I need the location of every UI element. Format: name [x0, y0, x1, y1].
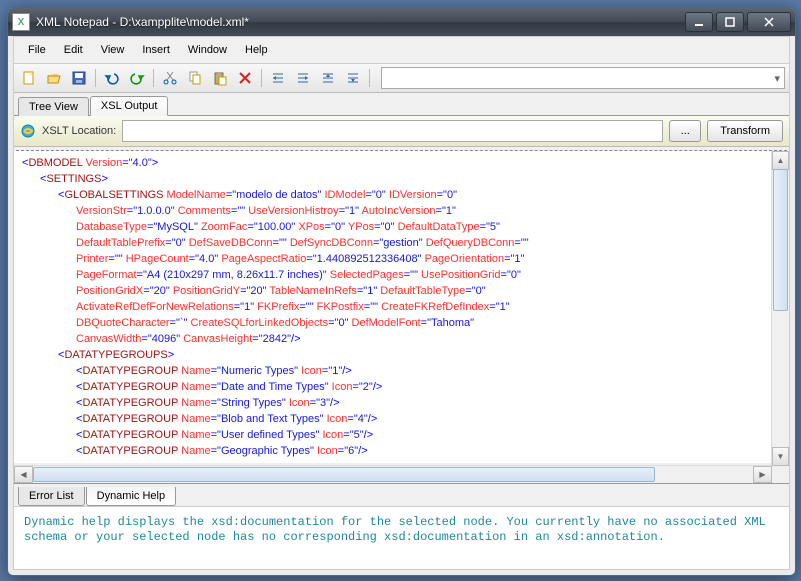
scroll-thumb-h[interactable] — [33, 467, 655, 482]
toolbar: ▾ — [14, 63, 789, 93]
view-tabs: Tree View XSL Output — [14, 93, 789, 116]
window-title: XML Notepad - D:\xampplite\model.xml* — [36, 15, 685, 29]
delete-icon[interactable] — [234, 67, 256, 89]
undo-icon[interactable] — [101, 67, 123, 89]
scroll-right-icon[interactable]: ▶ — [753, 466, 772, 483]
tab-xsl-output[interactable]: XSL Output — [90, 96, 168, 116]
horizontal-scrollbar[interactable]: ◀ ▶ — [14, 465, 772, 483]
menu-bar: File Edit View Insert Window Help — [14, 37, 789, 63]
tab-dynamic-help[interactable]: Dynamic Help — [86, 487, 176, 506]
client-area: File Edit View Insert Window Help — [13, 36, 790, 570]
paste-icon[interactable] — [209, 67, 231, 89]
xml-output[interactable]: <DBMODEL Version="4.0"><SETTINGS><GLOBAL… — [14, 151, 789, 463]
scroll-down-icon[interactable]: ▼ — [772, 447, 789, 466]
vertical-scrollbar[interactable]: ▲ ▼ — [771, 151, 789, 483]
close-button[interactable] — [747, 12, 791, 32]
menu-view[interactable]: View — [93, 42, 133, 58]
tab-tree-view[interactable]: Tree View — [18, 97, 89, 116]
app-icon: X — [12, 13, 30, 31]
redo-icon[interactable] — [126, 67, 148, 89]
scroll-thumb-v[interactable] — [773, 169, 788, 311]
scroll-up-icon[interactable]: ▲ — [772, 151, 789, 170]
minimize-button[interactable] — [685, 12, 713, 32]
save-icon[interactable] — [68, 67, 90, 89]
scroll-left-icon[interactable]: ◀ — [14, 466, 33, 483]
open-icon[interactable] — [43, 67, 65, 89]
menu-help[interactable]: Help — [237, 42, 276, 58]
browse-button[interactable]: ... — [669, 120, 701, 142]
indent-right-icon[interactable] — [292, 67, 314, 89]
xslt-location-input[interactable] — [122, 120, 663, 142]
xslt-bar: XSLT Location: ... Transform — [14, 116, 789, 147]
code-area: <DBMODEL Version="4.0"><SETTINGS><GLOBAL… — [14, 151, 789, 483]
move-up-icon[interactable] — [317, 67, 339, 89]
maximize-button[interactable] — [716, 12, 744, 32]
dynamic-help-text: Dynamic help displays the xsd:documentat… — [14, 506, 789, 569]
xslt-label: XSLT Location: — [42, 125, 116, 137]
ie-icon — [20, 123, 36, 139]
bottom-tabs: Error List Dynamic Help — [14, 483, 789, 506]
app-window: X XML Notepad - D:\xampplite\model.xml* … — [7, 7, 796, 576]
move-down-icon[interactable] — [342, 67, 364, 89]
find-combo[interactable]: ▾ — [381, 67, 785, 89]
transform-button[interactable]: Transform — [707, 120, 783, 142]
tab-error-list[interactable]: Error List — [18, 487, 85, 506]
title-bar[interactable]: X XML Notepad - D:\xampplite\model.xml* — [8, 8, 795, 36]
menu-window[interactable]: Window — [180, 42, 235, 58]
copy-icon[interactable] — [184, 67, 206, 89]
cut-icon[interactable] — [159, 67, 181, 89]
indent-left-icon[interactable] — [267, 67, 289, 89]
new-icon[interactable] — [18, 67, 40, 89]
menu-edit[interactable]: Edit — [56, 42, 91, 58]
menu-insert[interactable]: Insert — [134, 42, 178, 58]
menu-file[interactable]: File — [20, 42, 54, 58]
